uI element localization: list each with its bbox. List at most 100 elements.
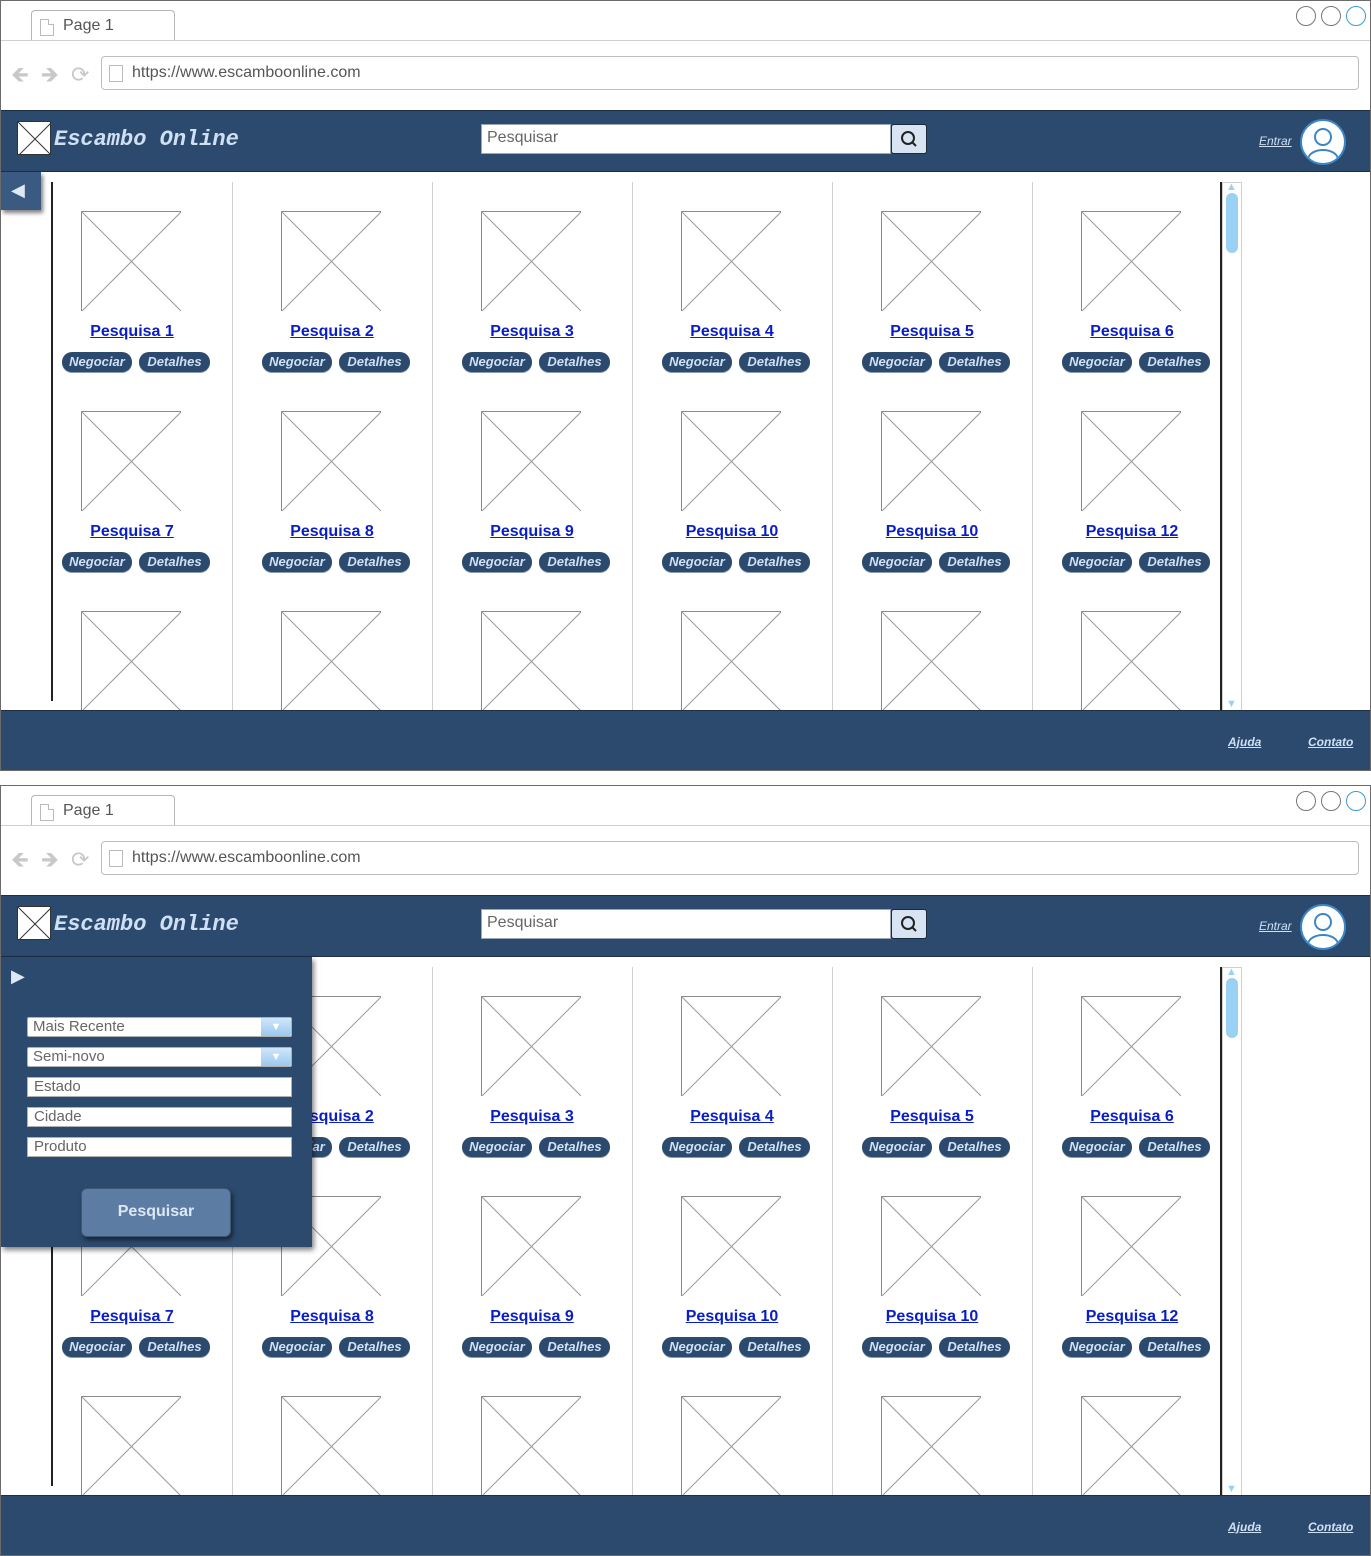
negotiate-button[interactable]: Negociar [662, 1337, 732, 1357]
details-button[interactable]: Detalhes [139, 352, 210, 372]
negotiate-button[interactable]: Negociar [62, 352, 132, 372]
chevron-right-icon[interactable]: ▶ [11, 966, 25, 987]
details-button[interactable]: Detalhes [1139, 352, 1210, 372]
minimize-button[interactable] [1296, 6, 1316, 26]
details-button[interactable]: Detalhes [1139, 1337, 1210, 1357]
minimize-button[interactable] [1296, 791, 1316, 811]
negotiate-button[interactable]: Negociar [462, 352, 532, 372]
back-arrow-icon[interactable]: 🡸 [11, 64, 29, 86]
url-field[interactable]: https://www.escamboonline.com [101, 56, 1359, 90]
state-field[interactable]: Estado [27, 1077, 292, 1097]
details-button[interactable]: Detalhes [139, 552, 210, 572]
result-title-link[interactable]: Pesquisa 9 [452, 523, 612, 541]
scroll-thumb[interactable] [1226, 978, 1238, 1038]
product-field[interactable]: Produto [27, 1137, 292, 1157]
reload-icon[interactable]: ⟳ [71, 849, 89, 871]
result-title-link[interactable]: Pesquisa 8 [252, 1308, 412, 1326]
login-link[interactable]: Entrar [1259, 919, 1292, 933]
logo-placeholder-icon[interactable] [17, 121, 51, 155]
negotiate-button[interactable]: Negociar [462, 1337, 532, 1357]
search-button[interactable] [891, 909, 927, 939]
result-title-link[interactable]: Pesquisa 4 [652, 323, 812, 341]
back-arrow-icon[interactable]: 🡸 [11, 849, 29, 871]
filter-search-button[interactable]: Pesquisar [81, 1188, 231, 1237]
details-button[interactable]: Detalhes [939, 352, 1010, 372]
contact-link[interactable]: Contato [1308, 735, 1353, 749]
details-button[interactable]: Detalhes [139, 1337, 210, 1357]
details-button[interactable]: Detalhes [739, 1337, 810, 1357]
details-button[interactable]: Detalhes [939, 552, 1010, 572]
scrollbar[interactable]: ▲ ▼ [1222, 181, 1242, 711]
negotiate-button[interactable]: Negociar [862, 1337, 932, 1357]
result-title-link[interactable]: Pesquisa 2 [252, 323, 412, 341]
negotiate-button[interactable]: Negociar [62, 552, 132, 572]
result-title-link[interactable]: Pesquisa 3 [452, 323, 612, 341]
details-button[interactable]: Detalhes [539, 1337, 610, 1357]
negotiate-button[interactable]: Negociar [662, 552, 732, 572]
negotiate-button[interactable]: Negociar [862, 1137, 932, 1157]
negotiate-button[interactable]: Negociar [62, 1337, 132, 1357]
result-title-link[interactable]: Pesquisa 3 [452, 1108, 612, 1126]
result-title-link[interactable]: Pesquisa 6 [1052, 323, 1212, 341]
login-link[interactable]: Entrar [1259, 134, 1292, 148]
details-button[interactable]: Detalhes [339, 1137, 410, 1157]
result-title-link[interactable]: Pesquisa 12 [1052, 1308, 1212, 1326]
result-title-link[interactable]: Pesquisa 7 [52, 523, 212, 541]
browser-tab[interactable]: Page 1 [31, 10, 175, 41]
negotiate-button[interactable]: Negociar [462, 1137, 532, 1157]
sort-select[interactable]: Mais Recente ▼ [27, 1017, 292, 1037]
reload-icon[interactable]: ⟳ [71, 64, 89, 86]
result-title-link[interactable]: Pesquisa 6 [1052, 1108, 1212, 1126]
browser-tab[interactable]: Page 1 [31, 795, 175, 826]
details-button[interactable]: Detalhes [539, 552, 610, 572]
negotiate-button[interactable]: Negociar [662, 1137, 732, 1157]
negotiate-button[interactable]: Negociar [1062, 552, 1132, 572]
help-link[interactable]: Ajuda [1228, 1520, 1261, 1534]
condition-select[interactable]: Semi-novo ▼ [27, 1047, 292, 1067]
city-field[interactable]: Cidade [27, 1107, 292, 1127]
result-title-link[interactable]: Pesquisa 10 [652, 523, 812, 541]
result-title-link[interactable]: Pesquisa 8 [252, 523, 412, 541]
user-avatar-icon[interactable] [1300, 904, 1346, 950]
contact-link[interactable]: Contato [1308, 1520, 1353, 1534]
logo-placeholder-icon[interactable] [17, 906, 51, 940]
negotiate-button[interactable]: Negociar [262, 352, 332, 372]
search-input[interactable] [482, 910, 892, 936]
result-title-link[interactable]: Pesquisa 12 [1052, 523, 1212, 541]
details-button[interactable]: Detalhes [339, 552, 410, 572]
search-button[interactable] [891, 124, 927, 154]
result-title-link[interactable]: Pesquisa 10 [852, 523, 1012, 541]
details-button[interactable]: Detalhes [539, 352, 610, 372]
details-button[interactable]: Detalhes [1139, 552, 1210, 572]
details-button[interactable]: Detalhes [939, 1137, 1010, 1157]
details-button[interactable]: Detalhes [1139, 1137, 1210, 1157]
negotiate-button[interactable]: Negociar [462, 552, 532, 572]
details-button[interactable]: Detalhes [539, 1137, 610, 1157]
result-title-link[interactable]: Pesquisa 1 [52, 323, 212, 341]
result-title-link[interactable]: Pesquisa 5 [852, 1108, 1012, 1126]
negotiate-button[interactable]: Negociar [262, 1337, 332, 1357]
forward-arrow-icon[interactable]: 🡺 [41, 64, 59, 86]
scroll-thumb[interactable] [1226, 193, 1238, 253]
scrollbar[interactable]: ▲ ▼ [1222, 966, 1242, 1496]
result-title-link[interactable]: Pesquisa 10 [852, 1308, 1012, 1326]
open-filters-button[interactable]: ◀ [1, 172, 41, 210]
details-button[interactable]: Detalhes [739, 352, 810, 372]
maximize-button[interactable] [1321, 791, 1341, 811]
close-button[interactable] [1346, 791, 1366, 811]
result-title-link[interactable]: Pesquisa 5 [852, 323, 1012, 341]
result-title-link[interactable]: Pesquisa 9 [452, 1308, 612, 1326]
negotiate-button[interactable]: Negociar [1062, 352, 1132, 372]
result-title-link[interactable]: Pesquisa 4 [652, 1108, 812, 1126]
details-button[interactable]: Detalhes [339, 352, 410, 372]
negotiate-button[interactable]: Negociar [262, 552, 332, 572]
help-link[interactable]: Ajuda [1228, 735, 1261, 749]
search-input[interactable] [482, 125, 892, 151]
user-avatar-icon[interactable] [1300, 119, 1346, 165]
result-title-link[interactable]: Pesquisa 10 [652, 1308, 812, 1326]
maximize-button[interactable] [1321, 6, 1341, 26]
negotiate-button[interactable]: Negociar [662, 352, 732, 372]
result-title-link[interactable]: Pesquisa 7 [52, 1308, 212, 1326]
negotiate-button[interactable]: Negociar [862, 352, 932, 372]
details-button[interactable]: Detalhes [739, 1137, 810, 1157]
